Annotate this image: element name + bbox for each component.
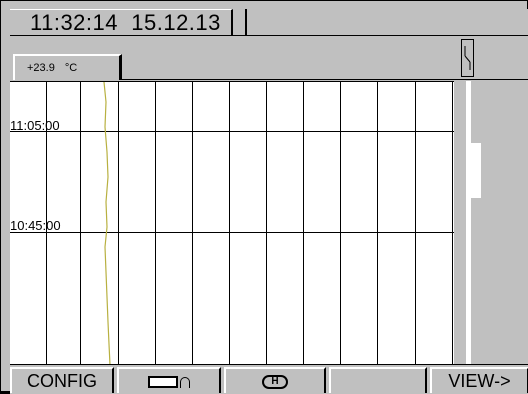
blank-softkey[interactable] [329, 367, 427, 393]
channel-tab[interactable]: +23.9 °C [13, 54, 122, 80]
hold-button[interactable]: H [224, 367, 326, 393]
display-mode-icon [148, 376, 178, 389]
channel-row: +23.9 °C [10, 36, 528, 81]
channel-unit: °C [64, 62, 78, 74]
screen-frame: 11:32:14 15.12.13 +23.9 °C 11:05:00 10:4… [0, 0, 528, 394]
display-mode-button[interactable] [117, 367, 221, 393]
divider [122, 79, 528, 80]
scroll-panel [454, 81, 528, 364]
clock-date: 15.12.13 [131, 10, 221, 35]
switch-glyph-icon [464, 46, 471, 70]
scrollbar-thumb[interactable] [466, 143, 481, 198]
clock-time: 11:32:14 [30, 10, 119, 35]
scrollbar[interactable] [466, 81, 471, 364]
status-bar: 11:32:14 15.12.13 [10, 9, 528, 36]
config-button[interactable]: CONFIG [10, 367, 114, 393]
scroll-switch-icon[interactable] [461, 39, 474, 77]
trend-plot[interactable]: 11:05:00 10:45:00 [10, 81, 454, 365]
arc-icon [180, 376, 190, 388]
view-button[interactable]: VIEW-> [430, 367, 528, 393]
softkey-bar: CONFIG H VIEW-> [10, 364, 528, 394]
status-bar-blank [245, 9, 528, 35]
channel-value: +23.9 [27, 62, 55, 74]
hold-icon: H [262, 375, 288, 390]
clock: 11:32:14 15.12.13 [10, 9, 233, 35]
temperature-trace [103, 82, 111, 365]
